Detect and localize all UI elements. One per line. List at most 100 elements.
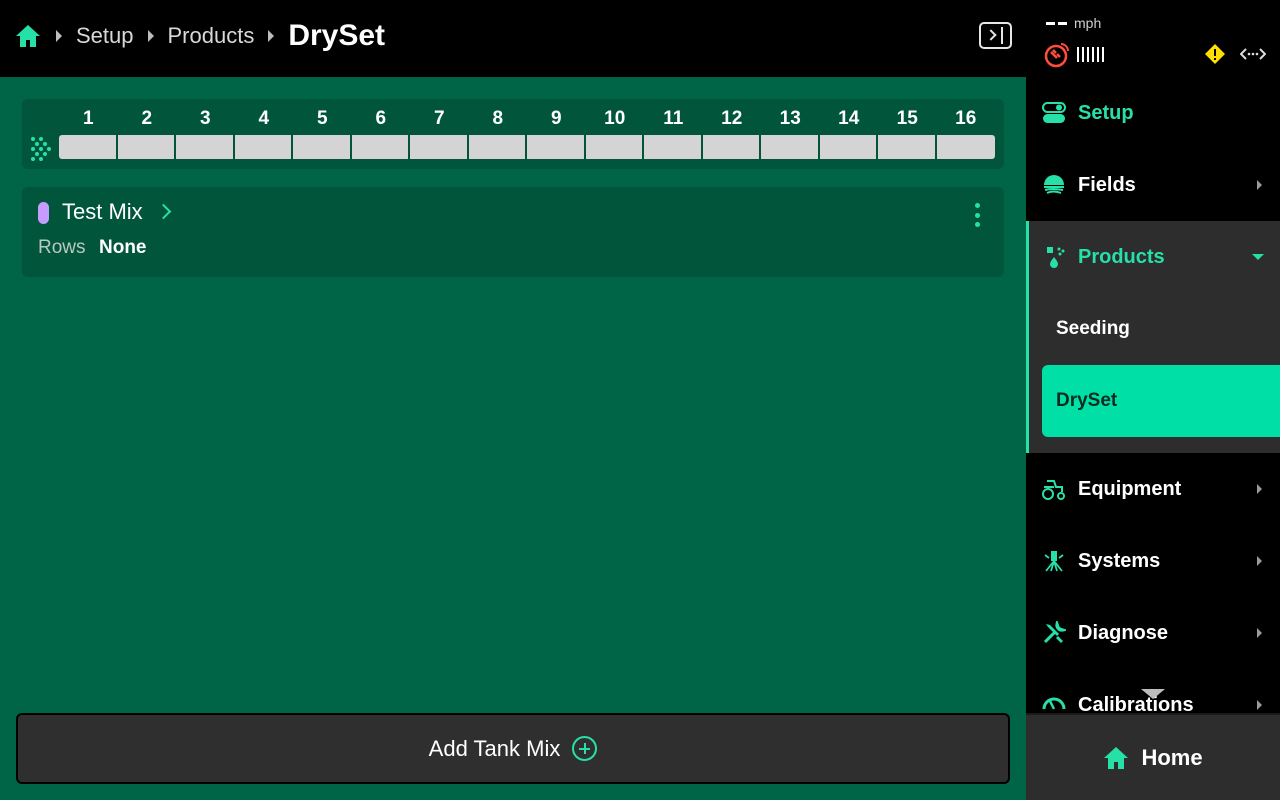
section-status-box <box>644 135 703 159</box>
section-number: 15 <box>896 108 918 129</box>
tank-mix-name[interactable]: Test Mix <box>62 199 143 225</box>
connection-icon[interactable] <box>1240 44 1266 64</box>
section-7[interactable]: 7 <box>410 107 469 159</box>
section-14[interactable]: 14 <box>819 107 878 159</box>
section-number: 3 <box>199 108 211 129</box>
nav-item-equipment[interactable]: Equipment <box>1026 453 1280 525</box>
section-status-box <box>819 135 878 159</box>
breadcrumb-separator-icon <box>147 30 154 42</box>
breadcrumb-separator-icon <box>268 30 275 42</box>
section-status-box <box>761 135 820 159</box>
nav-item-fields[interactable]: Fields <box>1026 149 1280 221</box>
section-4[interactable]: 4 <box>234 107 293 159</box>
section-2[interactable]: 2 <box>117 107 176 159</box>
chevron-right-icon <box>1257 628 1262 638</box>
seed-dots-icon <box>31 137 51 161</box>
chevron-down-icon <box>1252 254 1264 260</box>
section-status-box <box>234 135 293 159</box>
section-status-box <box>293 135 352 159</box>
chevron-right-icon[interactable] <box>155 203 172 220</box>
section-number: 7 <box>433 108 445 129</box>
section-3[interactable]: 3 <box>176 107 235 159</box>
signal-bars-icon <box>1077 47 1107 62</box>
chevron-right-icon <box>985 29 997 41</box>
main-panel: 1 2 3 4 5 6 7 8 9 10 11 12 13 14 15 16 Test Mix Rows No… <box>0 77 1026 800</box>
chevron-right-icon <box>1257 484 1262 494</box>
section-number: 10 <box>604 108 626 129</box>
section-number: 4 <box>258 108 270 129</box>
wrench-screwdriver-icon <box>1043 621 1066 644</box>
section-status-box <box>936 135 995 159</box>
section-number: 1 <box>82 108 94 129</box>
section-status-box <box>468 135 527 159</box>
section-number: 11 <box>663 108 684 129</box>
panel-toggle-icon[interactable] <box>979 22 1012 49</box>
scroll-down-icon[interactable] <box>1141 689 1165 699</box>
nav-subitem-seeding[interactable]: Seeding <box>1029 293 1280 365</box>
section-list: 1 2 3 4 5 6 7 8 9 10 11 12 13 14 15 16 <box>59 107 995 159</box>
home-icon[interactable] <box>14 22 42 50</box>
tank-mix-card[interactable]: Test Mix Rows None <box>22 187 1004 277</box>
home-button-label: Home <box>1141 744 1203 770</box>
section-status-box <box>585 135 644 159</box>
section-9[interactable]: 9 <box>527 107 586 159</box>
gps-satellite-icon[interactable] <box>1044 42 1070 68</box>
status-area: -- mph <box>1026 0 1280 77</box>
breadcrumb-item-products[interactable]: Products <box>168 23 255 49</box>
nav-label-setup: Setup <box>1078 101 1134 124</box>
nav-item-setup[interactable]: Setup <box>1026 77 1280 149</box>
section-number: 9 <box>550 108 562 129</box>
home-button[interactable]: Home <box>1026 713 1280 800</box>
nav-label-systems: Systems <box>1078 549 1161 572</box>
top-bar: Setup Products DrySet <box>0 0 1026 77</box>
nav-label-fields: Fields <box>1078 173 1136 196</box>
section-number: 16 <box>955 108 977 129</box>
section-8[interactable]: 8 <box>468 107 527 159</box>
page-title: DrySet <box>288 19 386 52</box>
section-status-box <box>59 135 118 159</box>
warning-icon[interactable] <box>1204 43 1226 65</box>
section-status-box <box>117 135 176 159</box>
more-options-icon[interactable] <box>972 203 982 227</box>
section-1[interactable]: 1 <box>59 107 118 159</box>
chevron-right-icon <box>1257 180 1262 190</box>
section-strip: 1 2 3 4 5 6 7 8 9 10 11 12 13 14 15 16 <box>22 99 1004 169</box>
section-12[interactable]: 12 <box>702 107 761 159</box>
section-15[interactable]: 15 <box>878 107 937 159</box>
section-number: 13 <box>779 108 801 129</box>
speed-readout: -- mph <box>1046 15 1101 31</box>
breadcrumb-item-setup[interactable]: Setup <box>76 23 134 49</box>
nav-group-products: Products Seeding DrySet <box>1026 221 1280 453</box>
section-11[interactable]: 11 <box>644 107 703 159</box>
mix-color-indicator <box>38 202 49 224</box>
section-status-box <box>410 135 469 159</box>
add-tank-mix-button[interactable]: Add Tank Mix <box>16 713 1010 784</box>
nav-label-diagnose: Diagnose <box>1078 621 1169 644</box>
section-status-box <box>176 135 235 159</box>
nav-label-products: Products <box>1078 245 1165 268</box>
gauge-icon <box>1042 697 1066 710</box>
section-number: 14 <box>838 108 860 129</box>
nav-item-systems[interactable]: Systems <box>1026 525 1280 597</box>
nav-item-products[interactable]: Products <box>1029 221 1280 293</box>
nav-subitem-dryset[interactable]: DrySet <box>1042 365 1280 437</box>
rows-label: Rows <box>38 237 86 258</box>
section-number: 12 <box>721 108 743 129</box>
section-13[interactable]: 13 <box>761 107 820 159</box>
section-16[interactable]: 16 <box>936 107 995 159</box>
nav-menu: Setup Fields Products Seeding DrySet Equ… <box>1026 77 1280 713</box>
breadcrumb-separator-icon <box>56 30 62 42</box>
section-5[interactable]: 5 <box>293 107 352 159</box>
plus-circle-icon <box>572 736 598 761</box>
section-number: 5 <box>316 108 328 129</box>
nav-item-diagnose[interactable]: Diagnose <box>1026 597 1280 669</box>
section-status-box <box>878 135 937 159</box>
rows-value: None <box>99 237 147 258</box>
section-10[interactable]: 10 <box>585 107 644 159</box>
toggle-switch-icon <box>1042 102 1066 123</box>
section-number: 6 <box>375 108 387 129</box>
sidebar: -- mph Setup <box>1026 0 1280 800</box>
section-6[interactable]: 6 <box>351 107 410 159</box>
nav-label-calibrations: Calibrations <box>1078 693 1194 714</box>
section-number: 8 <box>492 108 504 129</box>
